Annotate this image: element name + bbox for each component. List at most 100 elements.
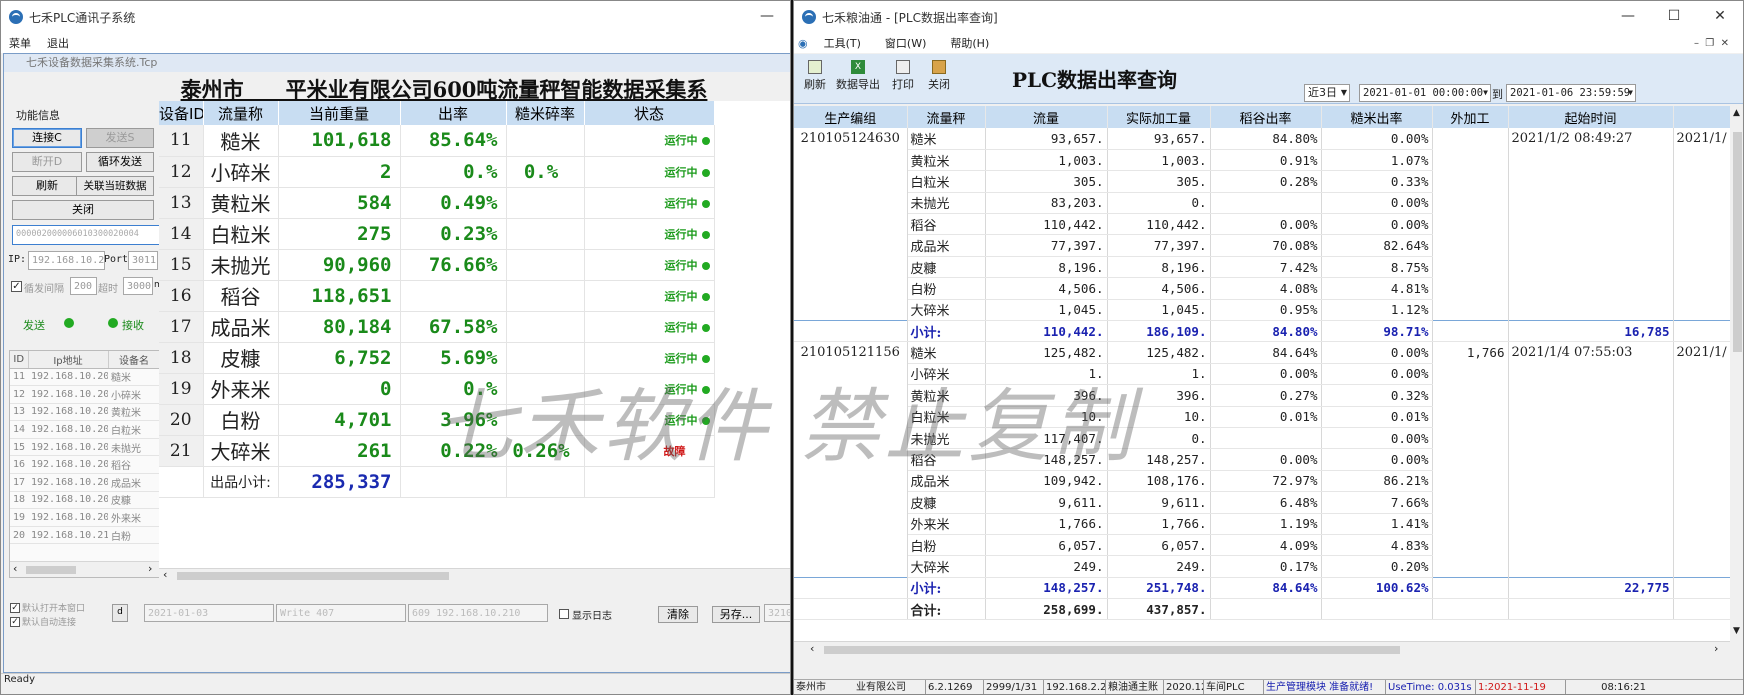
- device-list-row[interactable]: 17 192.168.10.207 成品米: [10, 473, 160, 492]
- device-list-header-name[interactable]: 设备名: [108, 351, 161, 369]
- grid-row[interactable]: 白粒米 305. 305. 0.28% 0.33%: [794, 170, 1730, 193]
- disconnect-button[interactable]: 断开D: [12, 152, 82, 172]
- col-broken-rate[interactable]: 糙米碎率: [506, 101, 585, 125]
- clear-button[interactable]: 清除: [658, 606, 698, 623]
- extra-field[interactable]: 3210: [764, 604, 790, 622]
- grid-row[interactable]: 210105124630 糙米 93,657. 93,657. 84.80% 0.00% 2…: [794, 128, 1730, 150]
- device-list-row[interactable]: 18 192.168.10.208 皮糠: [10, 491, 160, 510]
- show-log-checkbox[interactable]: [559, 609, 569, 619]
- chevron-up-icon[interactable]: ▲: [1733, 108, 1740, 118]
- interval-checkbox[interactable]: ✓: [11, 281, 22, 292]
- refresh-tool[interactable]: 刷新: [798, 60, 832, 92]
- d-button[interactable]: d: [112, 604, 128, 622]
- date-field[interactable]: 2021-01-03: [144, 604, 274, 622]
- table-row[interactable]: 14 白粒米 275 0.23% 运行中: [159, 218, 715, 250]
- col-end-time[interactable]: [1673, 106, 1730, 128]
- col-actual[interactable]: 实际加工量: [1107, 106, 1211, 128]
- refresh-button[interactable]: 刷新: [12, 176, 82, 196]
- device-list-header-ip[interactable]: Ip地址: [28, 351, 109, 369]
- device-list-row[interactable]: 11 192.168.10.201 糙米: [10, 368, 160, 387]
- device-list-row[interactable]: 19 192.168.10.209 外来米: [10, 508, 160, 527]
- loop-send-button[interactable]: 循环发送: [86, 152, 154, 172]
- chevron-down-icon[interactable]: ▼: [1733, 626, 1740, 636]
- chk-open-box[interactable]: ✓: [10, 603, 20, 613]
- table-row[interactable]: 15 未抛光 90,960 76.66% 运行中: [159, 249, 715, 281]
- device-list-row[interactable]: 14 192.168.10.204 白粒米: [10, 420, 160, 439]
- grid-row[interactable]: 大碎米 1,045. 1,045. 0.95% 1.12%: [794, 299, 1730, 322]
- table-row[interactable]: 12 小碎米 2 0.% 0.% 运行中: [159, 156, 715, 188]
- connect-button[interactable]: 连接C: [12, 128, 82, 148]
- col-current-weight[interactable]: 当前重量: [278, 101, 401, 125]
- col-paddy-yield[interactable]: 稻谷出率: [1210, 106, 1322, 128]
- col-group-id[interactable]: 生产编组: [794, 106, 908, 128]
- grid-row[interactable]: 白粉 4,506. 4,506. 4.08% 4.81%: [794, 277, 1730, 300]
- hex-command-field[interactable]: 000002000006010300020004: [12, 225, 160, 245]
- col-yield[interactable]: 出率: [400, 101, 507, 125]
- col-scale[interactable]: 流量秤: [907, 106, 986, 128]
- menu-help[interactable]: 帮助(H): [938, 35, 1001, 51]
- menu-main[interactable]: 菜单: [1, 35, 39, 51]
- device-list-row[interactable]: 15 192.168.10.205 未抛光: [10, 438, 160, 457]
- grid-row[interactable]: 黄粒米 1,003. 1,003. 0.91% 1.07%: [794, 149, 1730, 172]
- device-list-row[interactable]: 20 192.168.10.210 白粉: [10, 526, 160, 545]
- col-flow[interactable]: 流量: [985, 106, 1108, 128]
- export-tool[interactable]: X 数据导出: [832, 60, 884, 92]
- col-brown-yield[interactable]: 糙米出率: [1321, 106, 1433, 128]
- grid-row[interactable]: 白粉 6,057. 6,057. 4.09% 4.83%: [794, 534, 1730, 557]
- device-list[interactable]: ID Ip地址 设备名 11 192.168.10.201 糙米 12 192.168.10…: [9, 350, 173, 578]
- grid-row[interactable]: 皮糠 8,196. 8,196. 7.42% 8.75%: [794, 256, 1730, 279]
- grid-hscroll[interactable]: ‹ ›: [794, 641, 1730, 657]
- main-table-hscroll[interactable]: ‹: [159, 568, 790, 582]
- send-button[interactable]: 发送S: [86, 128, 154, 148]
- date-to-picker[interactable]: 2021-01-06 23:59:59 ▼: [1506, 84, 1636, 102]
- link-shift-button[interactable]: 关联当班数据: [76, 176, 154, 196]
- maximize-icon[interactable]: ☐: [1651, 1, 1697, 33]
- menu-tools[interactable]: 工具(T): [812, 35, 873, 51]
- interval-field[interactable]: 200: [70, 277, 97, 295]
- col-status[interactable]: 状态: [584, 101, 715, 125]
- close-button[interactable]: 关闭: [12, 200, 154, 220]
- write-field[interactable]: Write 407: [276, 604, 406, 622]
- device-list-header-id[interactable]: ID: [10, 351, 29, 369]
- chevron-left-icon[interactable]: ‹: [810, 642, 814, 655]
- inner-titlebar[interactable]: 七禾设备数据采集系统.Tcp: [4, 54, 790, 72]
- device-list-row[interactable]: 16 192.168.10.206 稻谷: [10, 455, 160, 475]
- timeout-field[interactable]: 3000: [123, 277, 153, 295]
- save-as-button[interactable]: 另存...: [712, 606, 760, 623]
- table-row[interactable]: 17 成品米 80,184 67.58% 运行中: [159, 311, 715, 343]
- port-field[interactable]: 3011: [128, 251, 158, 270]
- grid-row[interactable]: 未抛光 83,203. 0. 0.00%: [794, 192, 1730, 215]
- chevron-right-icon[interactable]: ›: [1714, 642, 1718, 655]
- range-select[interactable]: 近3日 ▼: [1304, 84, 1350, 102]
- device-list-hscroll[interactable]: ‹ ›: [10, 561, 172, 577]
- left-titlebar[interactable]: 七禾PLC通讯子系统 —: [1, 1, 790, 33]
- device-list-row[interactable]: 13 192.168.10.203 黄粒米: [10, 403, 160, 422]
- mdi-controls[interactable]: – ❐ ✕: [1686, 38, 1737, 49]
- addr-field[interactable]: 609 192.168.10.210: [408, 604, 548, 622]
- col-outsource[interactable]: 外加工: [1432, 106, 1509, 128]
- grid-row[interactable]: 外来米 1,766. 1,766. 1.19% 1.41%: [794, 513, 1730, 535]
- grid-row[interactable]: 成品米 77,397. 77,397. 70.08% 82.64%: [794, 234, 1730, 257]
- col-device-id[interactable]: 设备ID: [159, 101, 204, 125]
- print-tool[interactable]: 打印: [886, 60, 920, 92]
- right-titlebar[interactable]: 七禾粮油通 - [PLC数据出率查询] — ☐ ✕: [794, 1, 1743, 33]
- grid-row[interactable]: 210105121156 糙米 125,482. 125,482. 84.64% 0.00…: [794, 341, 1730, 364]
- ip-field[interactable]: 192.168.10.2(: [28, 251, 105, 270]
- col-start-time[interactable]: 起始时间: [1508, 106, 1674, 128]
- grid-row[interactable]: 皮糠 9,611. 9,611. 6.48% 7.66%: [794, 491, 1730, 514]
- table-row[interactable]: 16 稻谷 118,651 运行中: [159, 280, 715, 312]
- device-list-row[interactable]: 12 192.168.10.202 小碎米: [10, 385, 160, 404]
- grid-row[interactable]: 大碎米 249. 249. 0.17% 0.20%: [794, 555, 1730, 578]
- table-row[interactable]: 11 糙米 101,618 85.64% 运行中: [159, 125, 715, 157]
- minimize-icon[interactable]: —: [744, 1, 790, 33]
- grid-row[interactable]: 稻谷 110,442. 110,442. 0.00% 0.00%: [794, 213, 1730, 236]
- date-from-picker[interactable]: 2021-01-01 00:00:00 ▼: [1359, 84, 1491, 102]
- menu-exit[interactable]: 退出: [39, 35, 77, 51]
- table-row[interactable]: 13 黄粒米 584 0.49% 运行中: [159, 187, 715, 219]
- close-icon[interactable]: ✕: [1697, 1, 1743, 33]
- minimize-icon[interactable]: —: [1605, 1, 1651, 33]
- chk-auto-box[interactable]: ✓: [10, 617, 20, 627]
- col-scale-name[interactable]: 流量称: [203, 101, 279, 125]
- close-tool[interactable]: 关闭: [922, 60, 956, 92]
- grid-vscroll[interactable]: ▲ ▼: [1730, 106, 1743, 641]
